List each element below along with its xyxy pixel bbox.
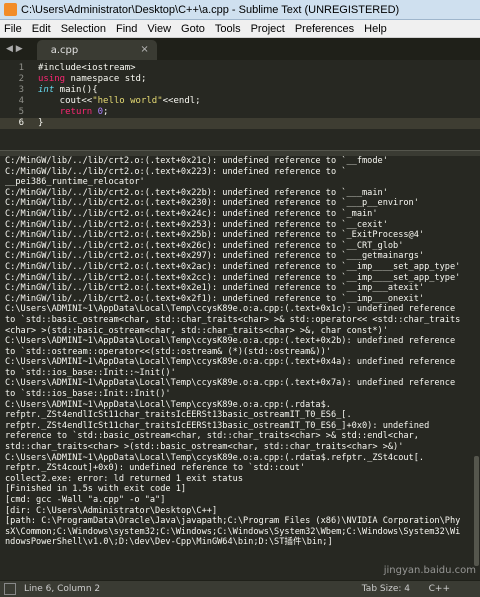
output-line: C:\Users\ADMINI~1\AppData\Local\Temp\ccy…	[5, 399, 331, 410]
line-number-gutter: 123456	[0, 60, 30, 150]
output-line: C:/MinGW/lib/../lib/crt2.o:(.text+0x223)…	[5, 166, 347, 177]
output-line: C:/MinGW/lib/../lib/crt2.o:(.text+0x22b)…	[5, 187, 388, 198]
code-line: int main(){	[38, 85, 98, 95]
menu-file[interactable]: File	[0, 23, 26, 35]
line-number: 6	[18, 118, 24, 128]
output-line: C:/MinGW/lib/../lib/crt2.o:(.text+0x2ac)…	[5, 261, 461, 272]
code-token: }	[38, 118, 44, 128]
output-line: C:/MinGW/lib/../lib/crt2.o:(.text+0x2f1)…	[5, 293, 425, 304]
tab-size-selector[interactable]: Tab Size: 4	[362, 584, 410, 594]
output-line: C:/MinGW/lib/../lib/crt2.o:(.text+0x253)…	[5, 219, 388, 230]
output-line: reference to `std::basic_ostream<char, s…	[5, 431, 419, 442]
output-line: [Finished in 1.5s with exit code 1]	[5, 484, 187, 495]
menu-find[interactable]: Find	[112, 23, 141, 35]
output-line: refptr._ZSt4endlIcSt11char_traitsIcEERSt…	[5, 420, 430, 431]
line-number: 2	[18, 74, 24, 84]
code-line: cout<<"hello world"<<endl;	[38, 96, 201, 106]
output-line: C:/MinGW/lib/../lib/crt2.o:(.text+0x24c)…	[5, 208, 378, 219]
output-line: [cmd: gcc -Wall "a.cpp" -o "a"]	[5, 495, 166, 505]
output-line: C:\Users\ADMINI~1\AppData\Local\Temp\ccy…	[5, 357, 456, 368]
tab-label: a.cpp	[50, 44, 79, 56]
window-title: C:\Users\Administrator\Desktop\C++\a.cpp…	[21, 3, 400, 16]
output-line: to `std::ios_base::Init::Init()'	[5, 389, 171, 400]
output-line: std::char_traits<char> >(std::basic_ostr…	[5, 442, 404, 453]
output-line: C:/MinGW/lib/../lib/crt2.o:(.text+0x25b)…	[5, 230, 425, 241]
code-token: main(){	[54, 85, 98, 95]
code-token: ;	[103, 107, 109, 117]
output-line: C:\Users\ADMINI~1\AppData\Local\Temp\ccy…	[5, 378, 456, 389]
menu-help[interactable]: Help	[360, 23, 391, 35]
menu-tools[interactable]: Tools	[211, 23, 245, 35]
output-line: C:\Users\ADMINI~1\AppData\Local\Temp\ccy…	[5, 304, 456, 315]
code-line: #include<iostream>	[38, 63, 136, 73]
status-bar: Line 6, Column 2 Tab Size: 4 C++	[0, 580, 480, 597]
output-line: __pei386_runtime_relocator'	[5, 177, 145, 188]
code-token: using	[38, 74, 66, 84]
menu-selection[interactable]: Selection	[57, 23, 110, 35]
close-icon[interactable]: ×	[140, 44, 148, 55]
title-bar: C:\Users\Administrator\Desktop\C++\a.cpp…	[0, 0, 480, 20]
output-line: [dir: C:\Users\Administrator\Desktop\C++…	[5, 505, 218, 516]
code-line: using namespace std;	[38, 74, 146, 84]
output-line: C:/MinGW/lib/../lib/crt2.o:(.text+0x230)…	[5, 198, 419, 209]
code-token: <<endl;	[162, 96, 201, 106]
output-line: C:/MinGW/lib/../lib/crt2.o:(.text+0x21c)…	[5, 156, 388, 166]
output-line: to `std::basic_ostream<char, std::char_t…	[5, 314, 461, 325]
syntax-selector[interactable]: C++	[429, 584, 450, 594]
output-line: refptr._ZSt4cout]+0x0): undefined refere…	[5, 463, 306, 474]
menu-preferences[interactable]: Preferences	[291, 23, 358, 35]
output-line: to `std::ostream::operator<<(std::ostrea…	[5, 346, 331, 357]
output-line: C:/MinGW/lib/../lib/crt2.o:(.text+0x2cc)…	[5, 272, 461, 283]
menu-view[interactable]: View	[143, 23, 175, 35]
menu-bar: File Edit Selection Find View Goto Tools Projec…	[0, 20, 480, 38]
output-line: to `std::ios_base::Init::~Init()'	[5, 367, 176, 378]
current-line-highlight	[0, 118, 480, 129]
sublime-app-icon	[4, 3, 17, 16]
code-token: cout<<	[38, 96, 93, 106]
output-line: refptr._ZSt4endlIcSt11char_traitsIcEERSt…	[5, 410, 352, 421]
output-scrollbar[interactable]	[474, 456, 479, 566]
code-token: "hello world"	[92, 96, 163, 106]
output-line: C:/MinGW/lib/../lib/crt2.o:(.text+0x297)…	[5, 251, 425, 262]
menu-project[interactable]: Project	[247, 23, 289, 35]
output-line: C:\Users\ADMINI~1\AppData\Local\Temp\ccy…	[5, 336, 456, 347]
tab-bar: ◀ ▶ a.cpp ×	[0, 38, 480, 60]
watermark: jingyan.baidu.com	[383, 565, 476, 576]
output-line: C:/MinGW/lib/../lib/crt2.o:(.text+0x26c)…	[5, 240, 404, 251]
code-editor[interactable]: 123456 #include<iostream> using namespace…	[0, 60, 480, 150]
code-token: #include<iostream>	[38, 63, 136, 73]
menu-edit[interactable]: Edit	[28, 23, 55, 35]
output-line: [path: C:\ProgramData\Oracle\Java\javapa…	[5, 516, 461, 527]
panel-toggle-icon[interactable]	[4, 583, 16, 595]
code-line: return 0;	[38, 107, 109, 117]
output-line: ndowsPowerShell\v1.0\;D:\dev\Dev-Cpp\Min…	[5, 537, 333, 548]
build-output-panel[interactable]: C:/MinGW/lib/../lib/crt2.o:(.text+0x21c)…	[0, 156, 480, 580]
code-token: return	[59, 107, 93, 117]
line-number: 1	[18, 63, 24, 73]
output-line: collect2.exe: error: ld returned 1 exit …	[5, 473, 243, 484]
output-line: C:\Users\ADMINI~1\AppData\Local\Temp\ccy…	[5, 452, 425, 463]
code-line: }	[38, 118, 43, 128]
tab-a-cpp[interactable]: a.cpp ×	[36, 40, 157, 60]
menu-goto[interactable]: Goto	[177, 23, 209, 35]
code-token: namespace std;	[65, 74, 147, 84]
output-line: sX\Common;C:\Windows\system32;C:\Windows…	[5, 526, 461, 537]
cursor-position: Line 6, Column 2	[24, 584, 101, 594]
tab-nav-arrows-icon[interactable]: ◀ ▶	[0, 44, 29, 60]
code-token: int	[38, 85, 55, 95]
output-line: <char> >(std::basic_ostream<char, std::c…	[5, 325, 388, 336]
line-number: 3	[18, 85, 24, 95]
line-number: 5	[18, 107, 24, 117]
line-number: 4	[18, 96, 24, 106]
output-line: C:/MinGW/lib/../lib/crt2.o:(.text+0x2e1)…	[5, 283, 425, 294]
